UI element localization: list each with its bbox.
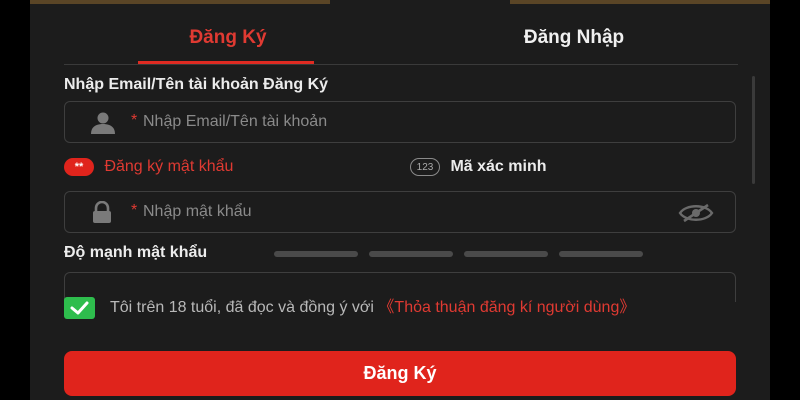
- code-option-label: Mã xác minh: [450, 158, 547, 175]
- banner-gap: [330, 0, 510, 4]
- email-input[interactable]: [143, 102, 663, 142]
- option-verification-code[interactable]: 123 Mã xác minh: [410, 158, 546, 176]
- check-icon: [70, 301, 89, 315]
- password-input[interactable]: [143, 192, 663, 232]
- scrollbar[interactable]: [752, 76, 755, 184]
- code-123-icon: 123: [410, 158, 440, 176]
- password-option-label: Đăng ký mật khẩu: [104, 158, 234, 175]
- required-mark: *: [131, 112, 138, 129]
- password-stars-icon: **: [64, 158, 94, 176]
- terms-text: Tôi trên 18 tuổi, đã đọc và đồng ý với 《…: [110, 295, 755, 320]
- register-panel: Đăng Ký Đăng Nhập Nhập Email/Tên tài kho…: [30, 0, 770, 400]
- strength-label: Độ mạnh mật khẩu: [64, 244, 208, 261]
- tab-divider: [64, 64, 738, 65]
- strength-bar-segment: [464, 251, 548, 257]
- user-agreement-link[interactable]: 《Thỏa thuận đăng kí người dùng》: [378, 299, 635, 316]
- email-label: Nhập Email/Tên tài khoản Đăng Ký: [64, 76, 329, 93]
- option-password[interactable]: ** Đăng ký mật khẩu: [64, 158, 233, 176]
- lock-icon: [91, 200, 113, 228]
- password-field[interactable]: *: [64, 191, 736, 233]
- eye-slash-icon[interactable]: [677, 203, 715, 228]
- strength-bar-segment: [369, 251, 453, 257]
- user-icon: [89, 112, 117, 139]
- terms-statement: Tôi trên 18 tuổi, đã đọc và đồng ý với: [110, 299, 379, 316]
- required-mark: *: [131, 202, 138, 219]
- strength-bar-segment: [559, 251, 643, 257]
- register-submit-button[interactable]: Đăng Ký: [64, 351, 736, 396]
- tab-login[interactable]: Đăng Nhập: [484, 27, 664, 53]
- email-field[interactable]: *: [64, 101, 736, 143]
- tab-register[interactable]: Đăng Ký: [138, 27, 318, 53]
- age-agree-checkbox[interactable]: [64, 297, 95, 319]
- strength-bar-segment: [274, 251, 358, 257]
